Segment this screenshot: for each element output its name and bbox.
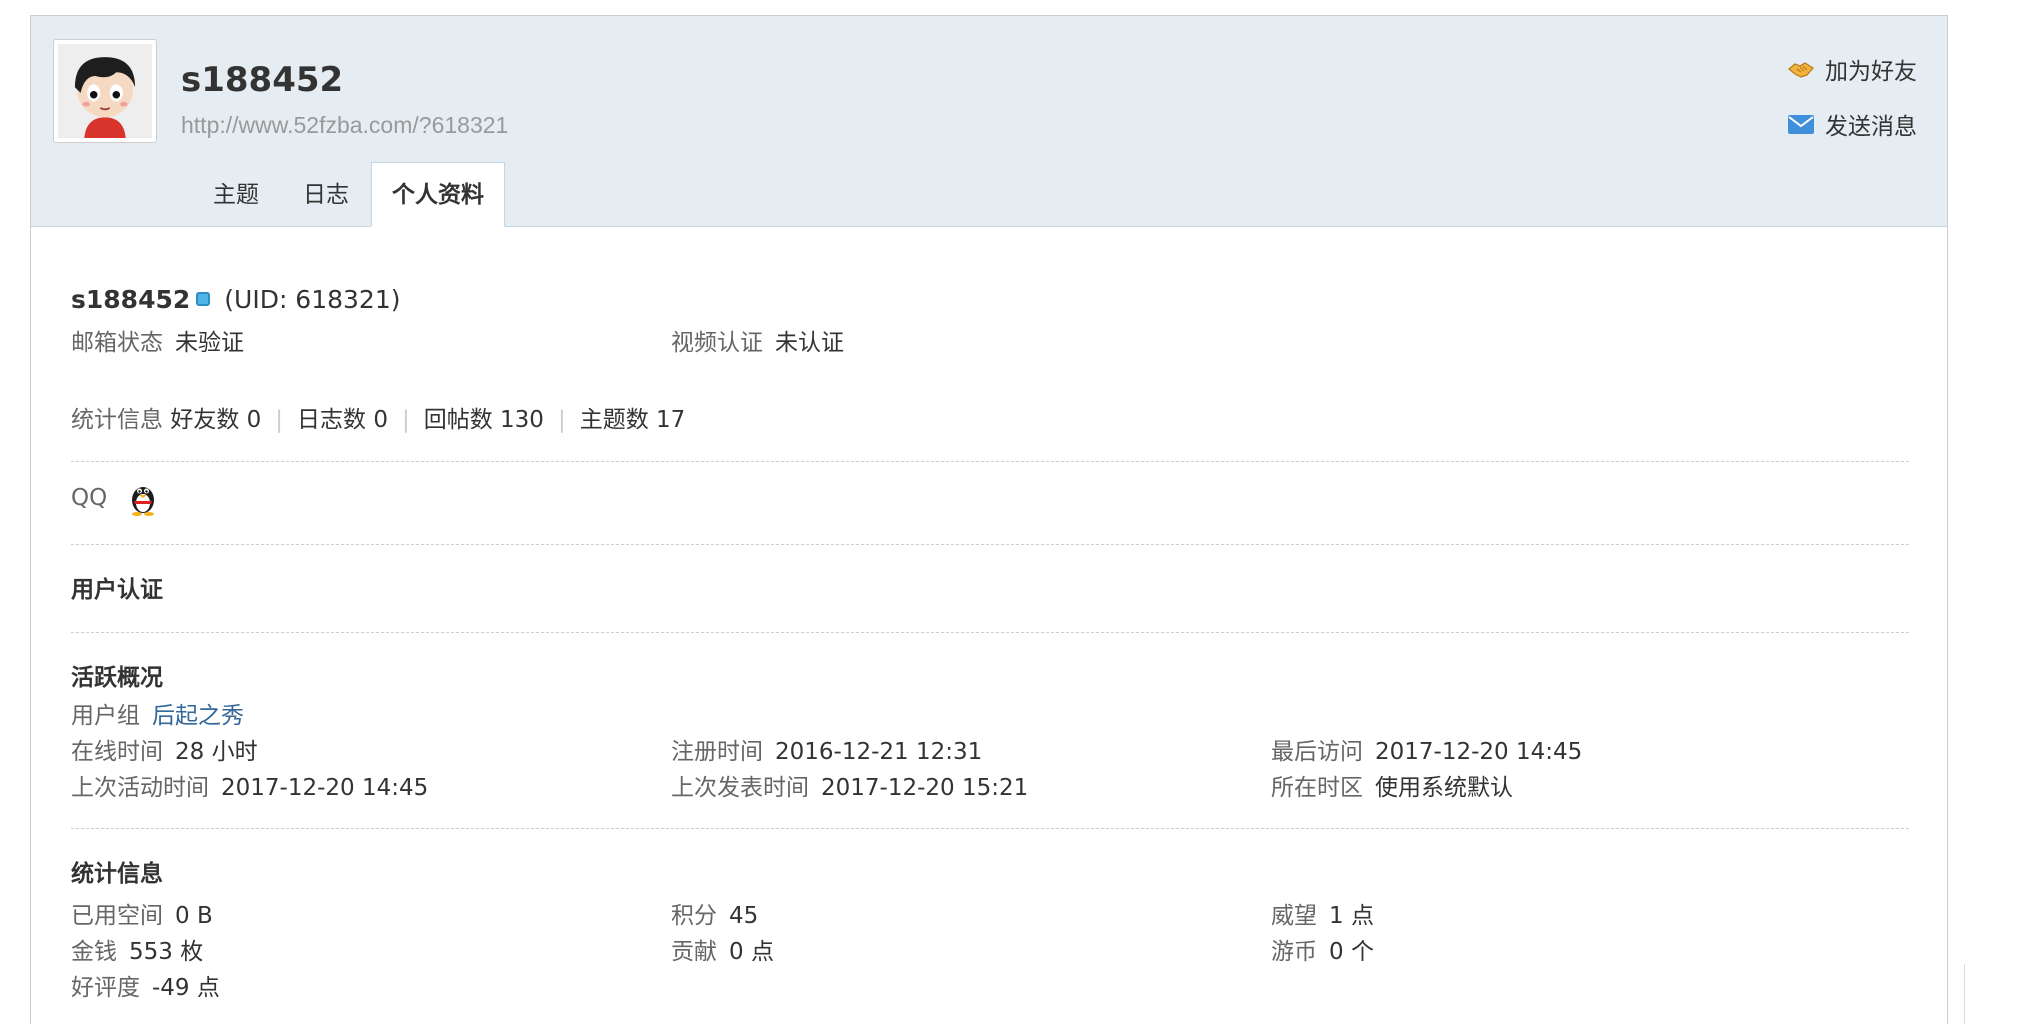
online-time-value: 28 小时	[175, 739, 258, 765]
tab-blog[interactable]: 日志	[281, 163, 371, 227]
online-status-icon	[196, 292, 211, 306]
send-message-button[interactable]: 发送消息	[1787, 107, 1917, 141]
verification-row: 邮箱状态 未验证 视频认证 未认证	[71, 325, 1909, 361]
stats-separator: |	[275, 407, 284, 433]
profile-title: s188452 (UID: 618321)	[71, 285, 401, 314]
add-friend-button[interactable]: 加为好友	[1787, 52, 1917, 86]
reply-count-link[interactable]: 回帖数 130	[424, 407, 544, 433]
email-status-value: 未验证	[175, 330, 244, 356]
prestige-label: 威望	[1271, 903, 1317, 929]
rating-label: 好评度	[71, 975, 140, 1001]
divider	[71, 461, 1909, 462]
envelope-icon	[1787, 112, 1815, 136]
tab-profile[interactable]: 个人资料	[371, 162, 505, 227]
timezone-label: 所在时区	[1271, 775, 1363, 801]
used-space-value: 0 B	[175, 903, 213, 929]
online-time-label: 在线时间	[71, 739, 163, 765]
money-value: 553 枚	[129, 939, 204, 965]
game-coin-label: 游币	[1271, 939, 1317, 965]
qq-penguin-icon[interactable]	[127, 480, 159, 516]
qq-label: QQ	[71, 485, 108, 511]
statistics-row: 金钱 553 枚 贡献 0 点 游币 0 个	[71, 934, 1909, 970]
last-visit-value: 2017-12-20 14:45	[1375, 739, 1583, 765]
topic-count-link[interactable]: 主题数 17	[580, 407, 686, 433]
divider	[71, 632, 1909, 633]
add-friend-label: 加为好友	[1825, 59, 1917, 85]
statistics-row: 已用空间 0 B 积分 45 威望 1 点	[71, 898, 1909, 934]
stats-label: 统计信息	[71, 407, 163, 433]
points-value: 45	[729, 903, 759, 929]
activity-details: 在线时间 28 小时 注册时间 2016-12-21 12:31 最后访问 2017-…	[71, 734, 1909, 806]
profile-header: s188452 http://www.52fzba.com/?618321 加为…	[31, 16, 1947, 227]
profile-tabs: 主题 日志 个人资料	[191, 162, 505, 227]
last-visit-label: 最后访问	[1271, 739, 1363, 765]
tab-topics[interactable]: 主题	[191, 163, 281, 227]
register-time-value: 2016-12-21 12:31	[775, 739, 983, 765]
activity-row: 在线时间 28 小时 注册时间 2016-12-21 12:31 最后访问 2017-…	[71, 734, 1909, 770]
last-post-value: 2017-12-20 15:21	[821, 775, 1029, 801]
register-time-label: 注册时间	[671, 739, 763, 765]
user-group-link[interactable]: 后起之秀	[152, 703, 244, 729]
video-auth-value: 未认证	[775, 330, 844, 356]
user-group-label: 用户组	[71, 703, 140, 729]
stats-separator: |	[401, 407, 410, 433]
page-edge-line	[1964, 964, 1974, 1024]
header-username: s188452	[181, 60, 344, 100]
qq-row: QQ	[71, 480, 159, 516]
divider	[71, 544, 1909, 545]
last-active-label: 上次活动时间	[71, 775, 209, 801]
avatar[interactable]	[53, 39, 157, 143]
statistics-title: 统计信息	[71, 861, 163, 887]
game-coin-value: 0 个	[1329, 939, 1374, 965]
stats-separator: |	[557, 407, 566, 433]
send-message-label: 发送消息	[1825, 114, 1917, 140]
statistics-row: 好评度 -49 点	[71, 970, 1909, 1006]
homepage-url[interactable]: http://www.52fzba.com/?618321	[181, 112, 508, 139]
blog-count-link[interactable]: 日志数 0	[297, 407, 388, 433]
profile-uid: (UID: 618321)	[224, 285, 401, 314]
user-auth-title: 用户认证	[71, 577, 163, 603]
profile-panel: s188452 http://www.52fzba.com/?618321 加为…	[30, 15, 1948, 1024]
prestige-value: 1 点	[1329, 903, 1374, 929]
handshake-icon	[1787, 57, 1815, 81]
activity-title: 活跃概况	[71, 665, 163, 691]
points-label: 积分	[671, 903, 717, 929]
last-post-label: 上次发表时间	[671, 775, 809, 801]
rating-value: -49 点	[152, 975, 220, 1001]
last-active-value: 2017-12-20 14:45	[221, 775, 429, 801]
avatar-cartoon-image	[58, 44, 152, 138]
money-label: 金钱	[71, 939, 117, 965]
used-space-label: 已用空间	[71, 903, 163, 929]
friend-count-link[interactable]: 好友数 0	[170, 407, 261, 433]
divider	[71, 828, 1909, 829]
profile-username: s188452	[71, 285, 191, 314]
statistics-details: 已用空间 0 B 积分 45 威望 1 点 金钱 553 枚 贡献 0 点 游币 0 个 好…	[71, 898, 1909, 1006]
contribution-label: 贡献	[671, 939, 717, 965]
contribution-value: 0 点	[729, 939, 774, 965]
user-group-row: 用户组 后起之秀	[71, 698, 244, 734]
stats-summary-row: 统计信息 好友数 0 | 日志数 0 | 回帖数 130 | 主题数 17	[71, 402, 685, 438]
timezone-value: 使用系统默认	[1375, 775, 1513, 801]
activity-row: 上次活动时间 2017-12-20 14:45 上次发表时间 2017-12-20 …	[71, 770, 1909, 806]
video-auth-label: 视频认证	[671, 330, 763, 356]
email-status-label: 邮箱状态	[71, 330, 163, 356]
